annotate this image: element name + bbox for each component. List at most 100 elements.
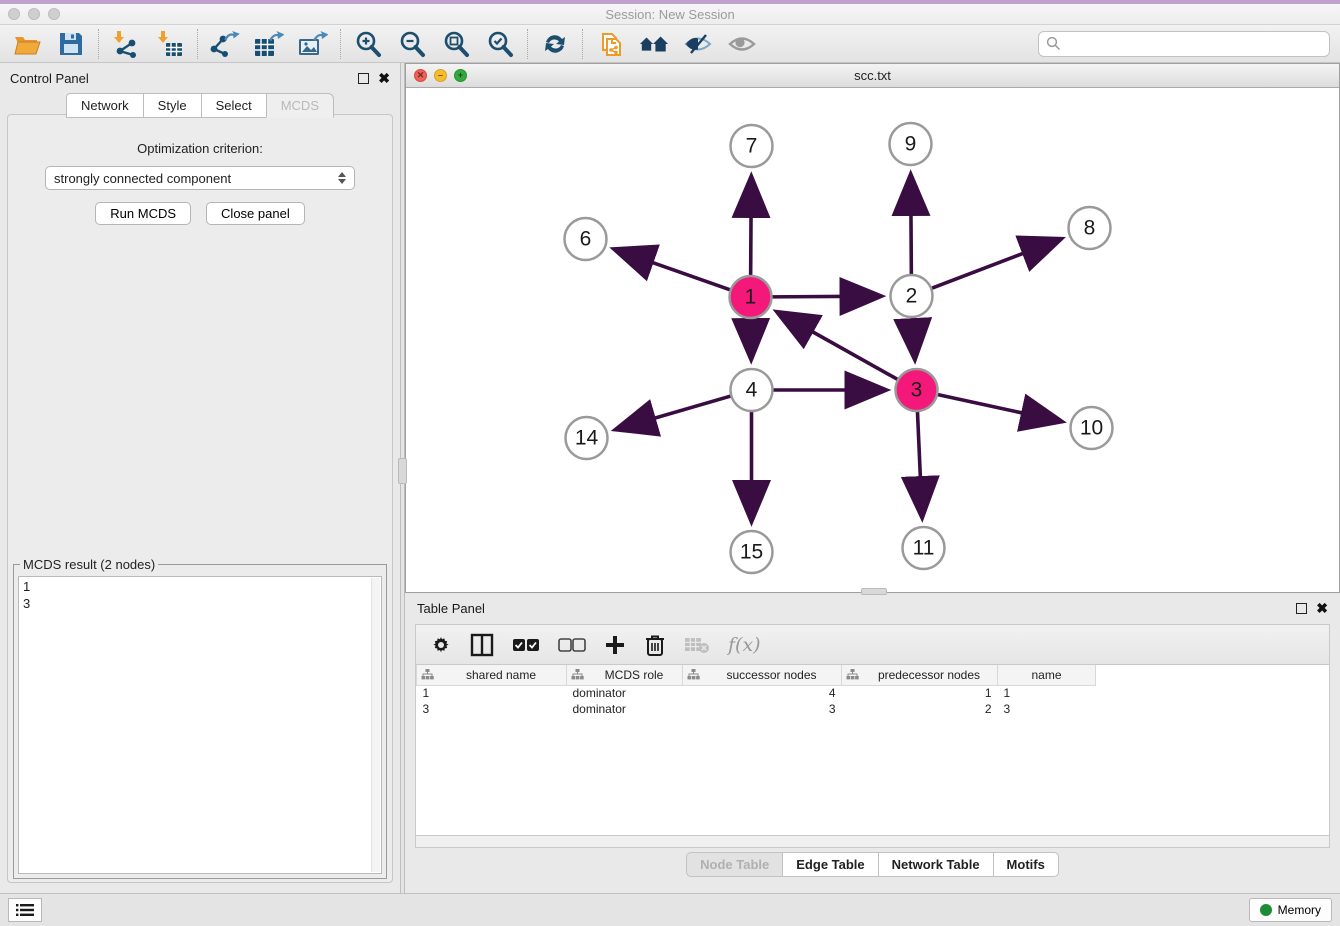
edge-3-11[interactable] — [917, 409, 922, 515]
node-7[interactable]: 7 — [731, 125, 773, 167]
edge-4-14[interactable] — [618, 395, 733, 428]
cell-predecessor-nodes[interactable]: 2 — [842, 701, 998, 717]
cell-successor-nodes[interactable]: 3 — [683, 701, 842, 717]
zoom-out-icon[interactable] — [397, 29, 427, 59]
search-icon — [1046, 36, 1061, 51]
edge-2-9[interactable] — [911, 177, 912, 277]
node-10[interactable]: 10 — [1071, 407, 1113, 449]
node-4[interactable]: 4 — [731, 369, 773, 411]
deselect-columns-icon[interactable] — [558, 637, 586, 653]
minimize-window-button[interactable] — [28, 8, 40, 20]
network-minimize-icon[interactable]: – — [434, 69, 447, 82]
add-column-icon[interactable] — [604, 634, 626, 656]
network-canvas[interactable]: 1 2 3 4 6 7 8 9 10 11 14 15 — [406, 88, 1339, 592]
zoom-fit-icon[interactable] — [441, 29, 471, 59]
tab-style[interactable]: Style — [143, 93, 201, 118]
hierarchy-icon — [571, 669, 584, 680]
open-session-icon[interactable] — [12, 29, 42, 59]
column-layout-icon[interactable] — [470, 633, 494, 657]
cell-name[interactable]: 3 — [998, 701, 1096, 717]
tab-network[interactable]: Network — [66, 93, 143, 118]
zoom-in-icon[interactable] — [353, 29, 383, 59]
network-window-titlebar: scc.txt ✕ – + — [406, 64, 1339, 88]
node-3[interactable]: 3 — [896, 369, 938, 411]
node-8[interactable]: 8 — [1069, 207, 1111, 249]
export-table-icon[interactable] — [254, 29, 284, 59]
tab-select[interactable]: Select — [201, 93, 266, 118]
window-traffic-lights[interactable] — [8, 8, 60, 20]
show-eye-icon[interactable] — [727, 29, 757, 59]
tab-motifs[interactable]: Motifs — [993, 852, 1059, 877]
import-network-icon[interactable] — [111, 29, 141, 59]
node-11[interactable]: 11 — [903, 527, 945, 569]
home-views-icon[interactable] — [639, 29, 669, 59]
criterion-dropdown[interactable]: strongly connected component — [45, 166, 355, 190]
node-2[interactable]: 2 — [891, 275, 933, 317]
close-panel-button[interactable]: Close panel — [206, 202, 305, 225]
node-6[interactable]: 6 — [565, 218, 607, 260]
edge-2-3[interactable] — [913, 315, 915, 357]
column-header-shared-name[interactable]: shared name — [417, 665, 567, 685]
settings-gear-icon[interactable] — [430, 634, 452, 656]
cell-predecessor-nodes[interactable]: 1 — [842, 685, 998, 701]
node-14[interactable]: 14 — [566, 417, 608, 459]
panel-splitter-grip[interactable] — [398, 458, 407, 484]
cell-MCDS-role[interactable]: dominator — [567, 701, 683, 717]
network-graph[interactable]: 1 2 3 4 6 7 8 9 10 11 14 15 — [406, 88, 1339, 592]
result-scrollbar[interactable] — [371, 578, 380, 872]
select-all-columns-icon[interactable] — [512, 637, 540, 653]
svg-text:15: 15 — [740, 541, 763, 564]
table-horizontal-scrollbar[interactable] — [415, 836, 1330, 848]
control-panel-float-icon[interactable] — [358, 73, 369, 84]
control-panel-titlebar: Control Panel ✖ — [0, 63, 400, 93]
edge-2-8[interactable] — [929, 240, 1058, 289]
memory-button-label: Memory — [1278, 903, 1321, 917]
search-field[interactable] — [1038, 31, 1330, 57]
task-history-button[interactable] — [8, 898, 42, 922]
search-input[interactable] — [1066, 36, 1322, 51]
node-1[interactable]: 1 — [730, 276, 772, 318]
node-15[interactable]: 15 — [731, 531, 773, 573]
zoom-window-button[interactable] — [48, 8, 60, 20]
export-network-icon[interactable] — [210, 29, 240, 59]
hide-details-eye-icon[interactable] — [683, 29, 713, 59]
delete-column-icon[interactable] — [644, 633, 666, 657]
close-window-button[interactable] — [8, 8, 20, 20]
control-panel-close-icon[interactable]: ✖ — [378, 71, 390, 85]
node-9[interactable]: 9 — [890, 123, 932, 165]
refresh-view-icon[interactable] — [540, 29, 570, 59]
save-session-icon[interactable] — [56, 29, 86, 59]
cell-shared-name[interactable]: 1 — [417, 685, 567, 701]
column-header-predecessor-nodes[interactable]: predecessor nodes — [842, 665, 998, 685]
tab-mcds[interactable]: MCDS — [266, 93, 334, 118]
table-panel-close-icon[interactable]: ✖ — [1316, 601, 1328, 615]
import-table-icon[interactable] — [155, 29, 185, 59]
network-splitter-grip[interactable] — [861, 588, 887, 595]
run-mcds-button[interactable]: Run MCDS — [95, 202, 191, 225]
cell-MCDS-role[interactable]: dominator — [567, 685, 683, 701]
tab-edge-table[interactable]: Edge Table — [782, 852, 877, 877]
column-header-MCDS-role[interactable]: MCDS role — [567, 665, 683, 685]
edge-1-6[interactable] — [617, 250, 733, 291]
tab-network-table[interactable]: Network Table — [878, 852, 993, 877]
export-image-icon[interactable] — [298, 29, 328, 59]
network-maximize-icon[interactable]: + — [454, 69, 467, 82]
edge-1-7[interactable] — [751, 179, 752, 278]
cell-name[interactable]: 1 — [998, 685, 1096, 701]
table-row[interactable]: 1dominator411 — [417, 685, 1330, 701]
table-panel-float-icon[interactable] — [1296, 603, 1307, 614]
zoom-selected-icon[interactable] — [485, 29, 515, 59]
table-row[interactable]: 3dominator323 — [417, 701, 1330, 717]
cell-successor-nodes[interactable]: 4 — [683, 685, 842, 701]
column-header-name[interactable]: name — [998, 665, 1096, 685]
edge-3-10[interactable] — [935, 394, 1059, 421]
mcds-result-text[interactable]: 1 3 — [18, 576, 382, 874]
edge-3-1[interactable] — [779, 313, 900, 381]
duplicate-network-icon[interactable] — [595, 29, 625, 59]
memory-button[interactable]: Memory — [1249, 898, 1332, 922]
network-close-icon[interactable]: ✕ — [414, 69, 427, 82]
tab-node-table[interactable]: Node Table — [686, 852, 782, 877]
column-header-successor-nodes[interactable]: successor nodes — [683, 665, 842, 685]
edge-1-2[interactable] — [769, 296, 878, 297]
cell-shared-name[interactable]: 3 — [417, 701, 567, 717]
